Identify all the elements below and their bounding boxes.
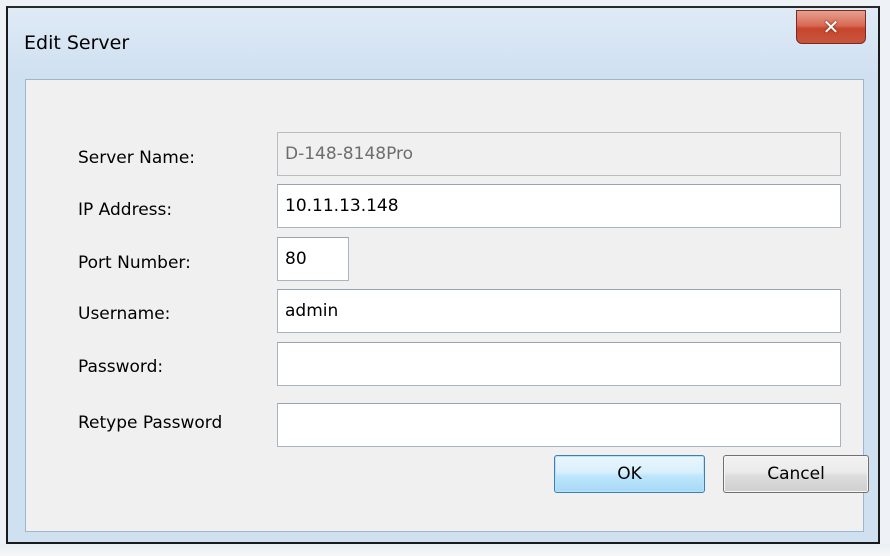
cancel-button[interactable]: Cancel bbox=[723, 455, 869, 493]
ok-button[interactable]: OK bbox=[554, 455, 705, 493]
ip-address-field[interactable] bbox=[277, 184, 841, 228]
dialog-window: Edit Server ✕ Server Name: IP Address: P… bbox=[6, 6, 880, 544]
server-name-field bbox=[277, 132, 841, 176]
port-number-field[interactable] bbox=[277, 237, 349, 281]
close-button[interactable]: ✕ bbox=[796, 10, 866, 44]
password-field[interactable] bbox=[277, 342, 841, 386]
dialog-title: Edit Server bbox=[24, 32, 130, 54]
retype-password-field[interactable] bbox=[277, 403, 841, 447]
password-label: Password: bbox=[78, 357, 164, 377]
username-field[interactable] bbox=[277, 289, 841, 333]
retype-password-label: Retype Password bbox=[78, 413, 223, 433]
server-name-label: Server Name: bbox=[78, 148, 196, 168]
ip-address-label: IP Address: bbox=[78, 200, 173, 220]
port-number-label: Port Number: bbox=[78, 253, 191, 273]
close-x-icon: ✕ bbox=[822, 15, 840, 39]
dialog-content: Server Name: IP Address: Port Number: Us… bbox=[25, 79, 869, 532]
title-bar bbox=[8, 8, 878, 78]
screen-background: Edit Server ✕ Server Name: IP Address: P… bbox=[0, 0, 890, 556]
username-label: Username: bbox=[78, 304, 171, 324]
background-strip bbox=[0, 544, 890, 556]
